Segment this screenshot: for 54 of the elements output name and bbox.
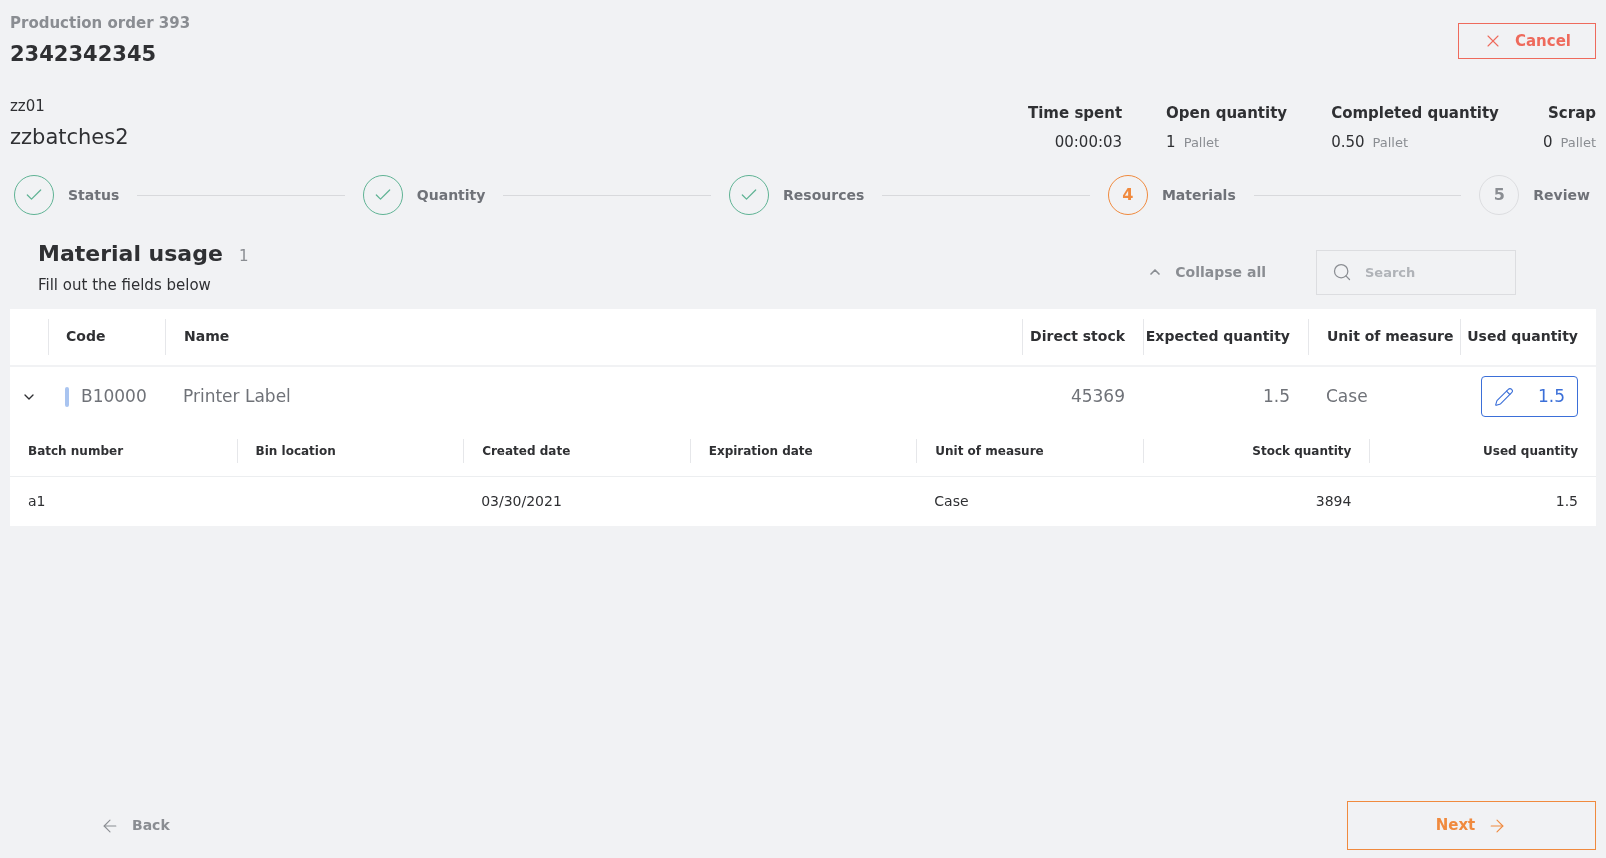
column-header: Batch number xyxy=(28,443,124,460)
item-code: zz01 xyxy=(10,96,46,117)
section-subtitle: Fill out the fields below xyxy=(38,275,212,296)
step-label: Materials xyxy=(1161,185,1236,205)
column-header: Bin location xyxy=(255,443,336,460)
stat-value: 0.50 xyxy=(1331,131,1365,153)
stat-label: Scrap xyxy=(1548,103,1596,124)
stat-value: 1 xyxy=(1166,131,1176,153)
stat-label: Open quantity xyxy=(1166,103,1288,124)
table-cell-text: B10000 xyxy=(81,384,147,408)
stat-label: Completed quantity xyxy=(1331,103,1499,124)
stat-label: Time spent xyxy=(1028,103,1123,124)
table-cell: Printer Label xyxy=(183,385,291,406)
section-title: Material usage xyxy=(38,240,223,268)
back-button[interactable]: Back xyxy=(100,815,170,836)
column-header: Code xyxy=(66,327,106,346)
step-label: Resources xyxy=(783,185,865,205)
table-cell-text: 03/30/2021 xyxy=(481,491,562,511)
order-subtitle: Production order 393 xyxy=(10,13,191,34)
used-quantity-field[interactable]: 1.5 xyxy=(1481,376,1578,417)
column-header: Expected quantity xyxy=(1145,327,1290,346)
step-label: Quantity xyxy=(416,185,486,205)
table-cell-text: 1.5 xyxy=(1555,491,1578,511)
stat-value: 0 xyxy=(1542,131,1553,153)
table-cell-text: 45369 xyxy=(1070,384,1125,408)
column-header: Created date xyxy=(482,443,571,460)
stat-value: 00:00:03 xyxy=(1054,131,1123,153)
table-cell-text: a1 xyxy=(28,491,46,511)
item-name: zzbatches2 xyxy=(10,123,129,151)
column-header: Used quantity xyxy=(1467,327,1578,346)
search-icon xyxy=(1332,261,1352,282)
column-header: Unit of measure xyxy=(1327,327,1454,346)
table-cell-text: 1.5 xyxy=(1262,384,1290,408)
table-cell: Case xyxy=(1326,385,1368,406)
column-header: Used quantity xyxy=(1483,443,1578,460)
search-field[interactable]: Search xyxy=(1316,249,1516,295)
column-header: Stock quantity xyxy=(1252,443,1352,460)
step-label: Review xyxy=(1533,185,1590,205)
step-label: Status xyxy=(68,185,120,205)
pencil-icon xyxy=(1494,386,1514,407)
section-count: 1 xyxy=(238,246,249,267)
stat-unit: Pallet xyxy=(1183,133,1220,152)
cancel-button[interactable]: Cancel xyxy=(1458,23,1596,59)
table-cell-text: Case xyxy=(934,491,969,511)
order-number: 2342342345 xyxy=(10,40,158,68)
column-header: Unit of measure xyxy=(935,443,1044,460)
column-header: Expiration date xyxy=(708,443,813,460)
table-cell-text: 3894 xyxy=(1315,491,1352,511)
stat-unit: Pallet xyxy=(1372,133,1409,152)
next-button[interactable]: Next xyxy=(1347,801,1596,850)
column-header: Name xyxy=(184,327,230,346)
column-header: Direct stock xyxy=(1030,327,1125,346)
stat-unit: Pallet xyxy=(1560,133,1596,152)
collapse-all-button[interactable]: Collapse all xyxy=(1147,261,1266,283)
